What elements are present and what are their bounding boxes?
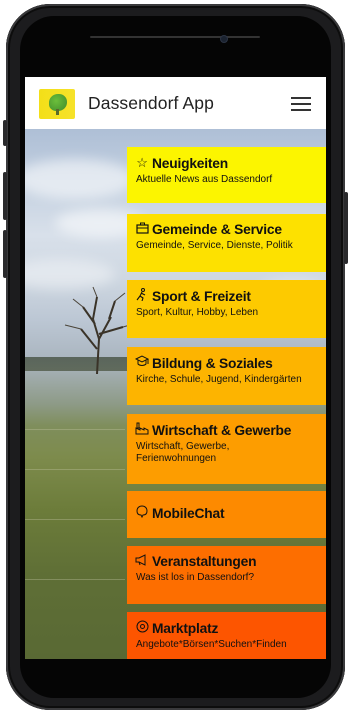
tile-title-row: Gemeinde & Service <box>135 222 326 237</box>
tile-title-row: MobileChat <box>135 505 326 521</box>
runner-icon <box>135 288 149 304</box>
app-header: Dassendorf App <box>25 77 326 129</box>
tile-subtitle: Wirtschaft, Gewerbe, Ferienwohnungen <box>136 441 230 464</box>
tile-neuigkeiten[interactable]: ☆ Neuigkeiten Aktuelle News aus Dassendo… <box>127 147 326 203</box>
tile-title-row: Sport & Freizeit <box>135 288 326 304</box>
app-screen: Dassendorf App ☆ Neuigkeiten Aktuelle Ne… <box>25 77 326 659</box>
hamburger-menu-icon[interactable] <box>291 97 311 111</box>
phone-side-button <box>3 120 7 146</box>
tile-title: Bildung & Soziales <box>152 355 273 371</box>
tile-title: Marktplatz <box>152 620 219 636</box>
tile-gemeinde-service[interactable]: Gemeinde & Service Gemeinde, Service, Di… <box>127 214 326 272</box>
star-icon: ☆ <box>136 155 148 170</box>
app-title: Dassendorf App <box>88 93 214 113</box>
phone-frame: Dassendorf App ☆ Neuigkeiten Aktuelle Ne… <box>3 4 348 710</box>
tile-subtitle: Was ist los in Dassendorf? <box>136 572 255 583</box>
graduation-icon <box>134 355 150 371</box>
tile-subtitle: Aktuelle News aus Dassendorf <box>136 174 273 185</box>
tile-title: Gemeinde & Service <box>152 222 282 237</box>
tile-subtitle: Sport, Kultur, Hobby, Leben <box>136 307 259 318</box>
tile-sport-freizeit[interactable]: Sport & Freizeit Sport, Kultur, Hobby, L… <box>127 280 326 338</box>
phone-bezel: Dassendorf App ☆ Neuigkeiten Aktuelle Ne… <box>20 16 331 698</box>
phone-side-button <box>3 172 7 220</box>
megaphone-icon <box>135 554 149 569</box>
tile-title-row: Veranstaltungen <box>135 554 326 569</box>
market-icon <box>135 620 149 636</box>
tile-marktplatz[interactable]: Marktplatz Angebote*Börsen*Suchen*Finden <box>127 612 326 659</box>
tile-veranstaltungen[interactable]: Veranstaltungen Was ist los in Dassendor… <box>127 546 326 604</box>
tile-title-row: Wirtschaft & Gewerbe <box>135 422 326 438</box>
tile-title-row: Bildung & Soziales <box>134 355 326 371</box>
front-camera <box>221 36 227 42</box>
briefcase-icon <box>135 222 149 237</box>
phone-side-button <box>3 230 7 278</box>
field-row <box>25 469 125 470</box>
factory-icon <box>135 422 149 438</box>
cloud <box>25 159 135 199</box>
tile-title: Neuigkeiten <box>152 155 229 171</box>
tile-title-row: Marktplatz <box>135 620 326 636</box>
field-row <box>25 429 125 430</box>
field-row <box>25 519 125 520</box>
tile-bildung-soziales[interactable]: Bildung & Soziales Kirche, Schule, Jugen… <box>127 347 326 405</box>
dassendorf-logo[interactable] <box>39 89 75 119</box>
tile-title: Wirtschaft & Gewerbe <box>152 422 292 438</box>
speaker-grille <box>90 36 260 38</box>
tile-title: Veranstaltungen <box>152 554 257 569</box>
phone-side-button <box>344 192 348 264</box>
tile-title: MobileChat <box>152 505 225 521</box>
chat-icon <box>135 505 149 521</box>
tile-subtitle: Angebote*Börsen*Suchen*Finden <box>136 639 287 650</box>
tile-wirtschaft-gewerbe[interactable]: Wirtschaft & Gewerbe Wirtschaft, Gewerbe… <box>127 414 326 484</box>
tile-title-row: ☆ Neuigkeiten <box>135 155 326 171</box>
field-row <box>25 579 125 580</box>
tile-mobilechat[interactable]: MobileChat <box>127 491 326 538</box>
tile-subtitle: Kirche, Schule, Jugend, Kindergärten <box>136 374 302 385</box>
tile-subtitle: Gemeinde, Service, Dienste, Politik <box>136 240 293 251</box>
tree-logo-trunk <box>56 109 59 115</box>
tile-title: Sport & Freizeit <box>152 288 251 304</box>
